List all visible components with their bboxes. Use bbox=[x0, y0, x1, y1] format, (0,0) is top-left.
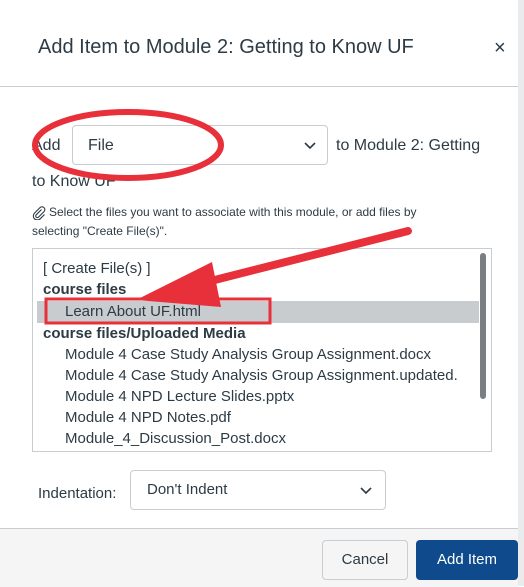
list-item[interactable]: Module 4 Case Study Analysis Group Assig… bbox=[65, 345, 431, 365]
add-label: Add bbox=[32, 137, 61, 154]
close-button[interactable]: × bbox=[494, 36, 506, 60]
paperclip-icon bbox=[32, 206, 46, 220]
dialog-title: Add Item to Module 2: Getting to Know UF bbox=[38, 36, 414, 58]
cancel-button[interactable]: Cancel bbox=[322, 540, 408, 580]
file-list[interactable]: [ Create File(s) ] course files Learn Ab… bbox=[32, 248, 492, 452]
instructions-line-1: Select the files you want to associate w… bbox=[49, 205, 417, 219]
list-item[interactable]: Module 4 Case Study Analysis Group Assig… bbox=[65, 366, 458, 386]
close-icon[interactable]: × bbox=[494, 37, 506, 59]
list-scrollbar-thumb[interactable] bbox=[480, 253, 486, 399]
chevron-down-icon bbox=[304, 142, 316, 150]
header-divider bbox=[0, 86, 518, 87]
instructions-line-2: selecting "Create File(s)". bbox=[32, 224, 168, 238]
list-item-create-files[interactable]: [ Create File(s) ] bbox=[43, 259, 151, 279]
target-module-text-cont: to Know UF bbox=[32, 173, 116, 190]
list-group-course-files: course files bbox=[43, 281, 127, 298]
list-item[interactable]: Module 4 NPD Lecture Slides.pptx bbox=[65, 387, 294, 407]
chevron-down-icon bbox=[360, 487, 372, 495]
list-group-uploaded-media: course files/Uploaded Media bbox=[43, 325, 246, 342]
list-item[interactable]: Module 4 NPD Notes.pdf bbox=[65, 408, 231, 428]
indentation-value: Don't Indent bbox=[147, 481, 228, 498]
dialog-edge bbox=[518, 0, 524, 586]
indentation-label: Indentation: bbox=[38, 485, 117, 502]
list-item-learn-about-uf[interactable]: Learn About UF.html bbox=[65, 302, 201, 322]
list-item[interactable]: Module_4_Discussion_Post.docx bbox=[65, 429, 286, 449]
indentation-select[interactable]: Don't Indent bbox=[130, 470, 386, 510]
target-module-text: to Module 2: Getting bbox=[336, 137, 481, 154]
instructions-text: Select the files you want to associate w… bbox=[32, 205, 417, 220]
add-item-button[interactable]: Add Item bbox=[416, 540, 518, 580]
item-type-value: File bbox=[88, 137, 114, 154]
item-type-select[interactable]: File bbox=[72, 125, 328, 165]
add-item-dialog: Add Item to Module 2: Getting to Know UF… bbox=[0, 0, 524, 587]
